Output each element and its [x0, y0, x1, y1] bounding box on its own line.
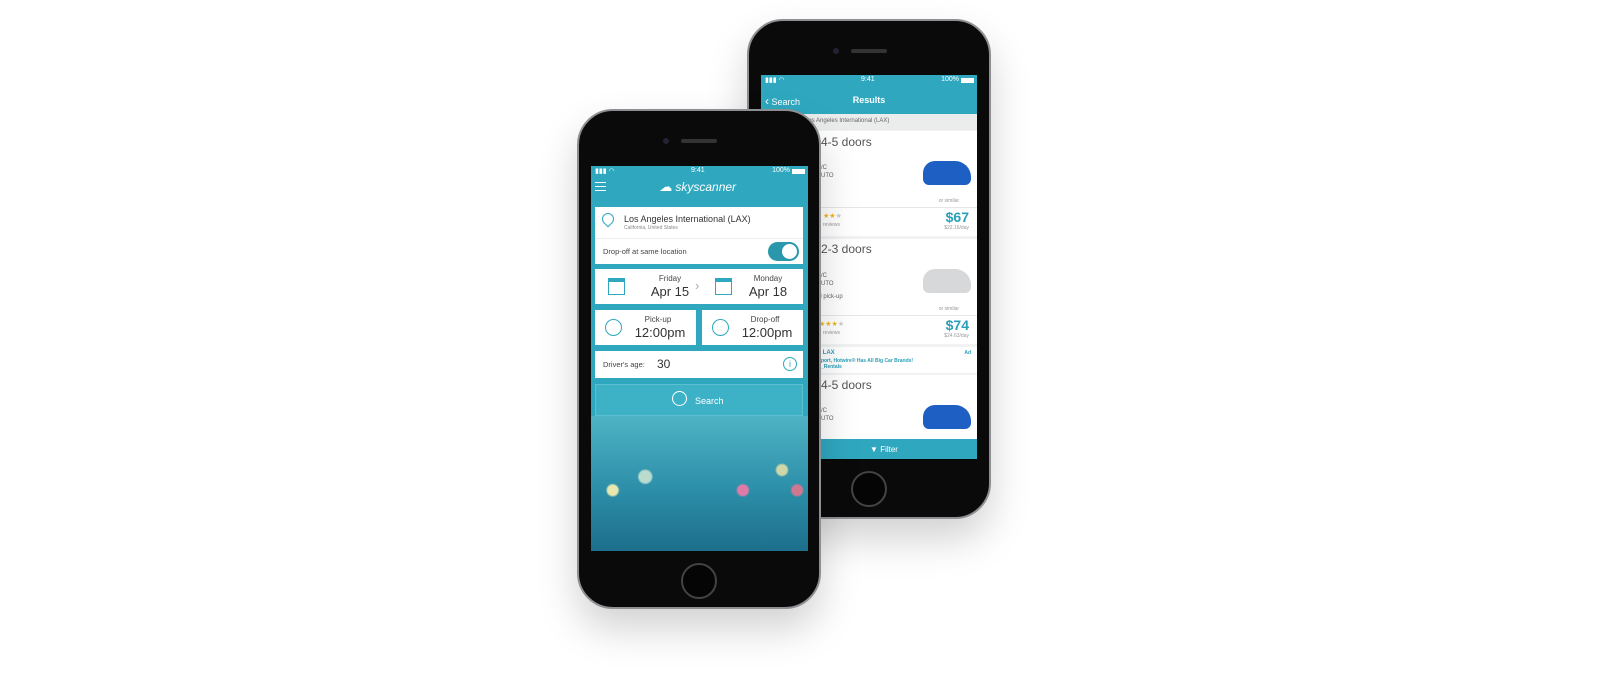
or-similar: or similar [938, 306, 959, 312]
location-field[interactable]: Los Angeles International (LAX) Californ… [595, 207, 803, 238]
location-sub: California, United States [624, 225, 678, 231]
front-camera [663, 138, 669, 144]
signal-icon: ▮▮▮ ◠ [595, 168, 615, 175]
search-screen: ▮▮▮ ◠ 9:41 100% ☁ skyscanner Los Angeles… [591, 166, 808, 551]
car-class: 2-3 doors [821, 242, 872, 256]
same-location-toggle[interactable] [768, 242, 799, 261]
search-icon [672, 391, 687, 406]
bokeh-background-image [591, 416, 808, 551]
star-rating: ★★★ [823, 213, 842, 220]
age-value: 30 [657, 357, 671, 371]
pickup-time-label: Pick-up [644, 315, 672, 324]
search-button[interactable]: Search [595, 384, 803, 416]
car-class: 4-5 doors [821, 378, 872, 392]
ad-badge: Ad [964, 350, 971, 356]
price-per-day: $24.63/day [944, 333, 969, 339]
battery-text: 100% [772, 167, 790, 174]
filter-label: Filter [880, 445, 898, 454]
dropoff-date: Apr 18 [748, 284, 788, 299]
star-rating: ★★★★ [819, 321, 845, 328]
front-camera [833, 48, 839, 54]
ad-title: - LAX [819, 350, 835, 356]
or-similar: or similar [938, 198, 959, 204]
speaker [681, 139, 717, 143]
brand-name: skyscanner [675, 180, 737, 194]
location-pin-icon [599, 210, 617, 228]
reviews-count: reviews [823, 330, 840, 336]
search-label: Search [695, 396, 724, 406]
skyscanner-logo: ☁ skyscanner [659, 179, 736, 195]
price: $74 [945, 317, 969, 333]
car-image [923, 161, 971, 185]
page-title: Results [852, 95, 886, 105]
car-image [923, 269, 971, 293]
cloud-icon: ☁ [659, 179, 672, 194]
home-button[interactable] [851, 471, 887, 507]
battery-text: 100% [941, 76, 959, 83]
chevron-right-icon: › [695, 278, 700, 293]
dropoff-time-label: Drop-off [750, 315, 780, 324]
same-location-row: Drop-off at same location [595, 238, 803, 264]
signal-icon: ▮▮▮ ◠ [765, 77, 785, 84]
location-name: Los Angeles International (LAX) [624, 214, 751, 224]
date-range-field[interactable]: Friday Apr 15 › Monday Apr 18 [595, 269, 803, 304]
calendar-icon [715, 278, 732, 295]
dropoff-day: Monday [753, 274, 783, 283]
dropoff-time: 12:00pm [741, 325, 793, 340]
age-label: Driver's age: [603, 360, 645, 369]
status-time: 9:41 [691, 167, 705, 174]
status-time: 9:41 [861, 76, 875, 83]
search-phone: ▮▮▮ ◠ 9:41 100% ☁ skyscanner Los Angeles… [577, 109, 821, 609]
clock-icon [605, 319, 622, 336]
pickup-day: Friday [658, 274, 682, 283]
clock-icon [712, 319, 729, 336]
info-icon[interactable]: i [783, 357, 797, 371]
reviews-count: reviews [823, 222, 840, 228]
battery-icon [792, 169, 805, 174]
calendar-icon [608, 278, 625, 295]
status-bar: ▮▮▮ ◠ 9:41 100% [761, 75, 977, 86]
dropoff-time-field[interactable]: Drop-off 12:00pm [702, 310, 803, 345]
home-button[interactable] [681, 563, 717, 599]
status-bar: ▮▮▮ ◠ 9:41 100% [591, 166, 808, 177]
same-location-label: Drop-off at same location [603, 247, 687, 256]
price: $67 [945, 209, 969, 225]
battery-icon [961, 78, 974, 83]
price-per-day: $22.16/day [944, 225, 969, 231]
car-class: 4-5 doors [821, 135, 872, 149]
ad-text: r_Rentals [819, 364, 842, 370]
driver-age-field[interactable]: Driver's age: 30 i [595, 351, 803, 378]
pickup-time-field[interactable]: Pick-up 12:00pm [595, 310, 696, 345]
car-image [923, 405, 971, 429]
pickup-time: 12:00pm [634, 325, 686, 340]
funnel-icon: ▼ [870, 445, 878, 454]
menu-icon[interactable] [595, 182, 606, 191]
speaker [851, 49, 887, 53]
